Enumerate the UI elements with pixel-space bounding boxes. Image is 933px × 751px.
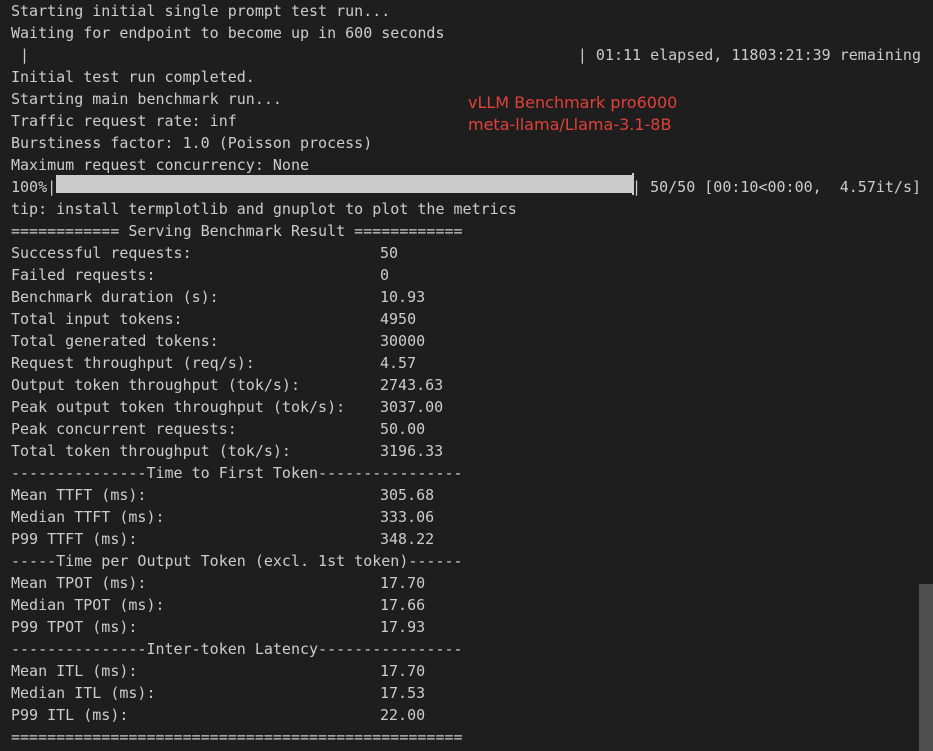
metric-label: Peak output token throughput (tok/s): — [11, 398, 346, 416]
overlay-title: vLLM Benchmark pro6000 — [468, 93, 678, 112]
metric-label: Median ITL (ms): — [11, 684, 156, 702]
metric-label: P99 ITL (ms): — [11, 706, 129, 724]
wait-progress-left: | — [11, 46, 30, 64]
metric-value: 4950 — [380, 310, 417, 328]
metric-value: 50 — [380, 244, 399, 262]
metric-label: Total input tokens: — [11, 310, 183, 328]
wait-progress-status: | 01:11 elapsed, 11803:21:39 remaining — [577, 46, 921, 64]
terminal-output: Starting initial single prompt test run.… — [0, 0, 933, 751]
metric-value: 50.00 — [380, 420, 426, 438]
result-footer: ========================================… — [11, 728, 463, 746]
metric-value: 10.93 — [380, 288, 426, 306]
metric-label: Median TTFT (ms): — [11, 508, 165, 526]
metric-label: Total token throughput (tok/s): — [11, 442, 291, 460]
metric-value: 348.22 — [380, 530, 435, 548]
ttft-section-header: ---------------Time to First Token------… — [11, 464, 463, 482]
metric-value: 22.00 — [380, 706, 426, 724]
metric-label: Successful requests: — [11, 244, 192, 262]
tpot-section-header: -----Time per Output Token (excl. 1st to… — [11, 552, 463, 570]
itl-section-header: ---------------Inter-token Latency------… — [11, 640, 463, 658]
metric-value: 0 — [380, 266, 390, 284]
metric-label: Peak concurrent requests: — [11, 420, 237, 438]
tip-line: tip: install termplotlib and gnuplot to … — [11, 200, 517, 218]
metric-label: Median TPOT (ms): — [11, 596, 165, 614]
metric-label: P99 TPOT (ms): — [11, 618, 138, 636]
metric-label: Mean ITL (ms): — [11, 662, 138, 680]
log-line-traffic-rate: Traffic request rate: inf — [11, 112, 237, 130]
log-line-waiting: Waiting for endpoint to become up in 600… — [11, 24, 445, 42]
log-line-start-initial: Starting initial single prompt test run.… — [11, 2, 391, 20]
metric-label: Mean TPOT (ms): — [11, 574, 147, 592]
metric-value: 17.93 — [380, 618, 426, 636]
progress-percent: 100%| — [11, 178, 57, 196]
metric-value: 4.57 — [380, 354, 417, 372]
metric-value: 2743.63 — [380, 376, 444, 394]
metric-label: Output token throughput (tok/s): — [11, 376, 300, 394]
progress-bar-fill — [56, 175, 632, 193]
metric-label: Request throughput (req/s): — [11, 354, 255, 372]
metric-label: Total generated tokens: — [11, 332, 219, 350]
log-line-start-main: Starting main benchmark run... — [11, 90, 282, 108]
result-header: ============ Serving Benchmark Result ==… — [11, 222, 463, 240]
metric-label: Mean TTFT (ms): — [11, 486, 147, 504]
overlay-model: meta-llama/Llama-3.1-8B — [468, 115, 672, 134]
metric-value: 17.70 — [380, 574, 426, 592]
metric-label: P99 TTFT (ms): — [11, 530, 138, 548]
metric-value: 17.66 — [380, 596, 426, 614]
metric-value: 3037.00 — [380, 398, 444, 416]
progress-status: | 50/50 [00:10<00:00, 4.57it/s] — [632, 178, 921, 196]
metric-label: Benchmark duration (s): — [11, 288, 219, 306]
metric-value: 3196.33 — [380, 442, 444, 460]
metric-value: 333.06 — [380, 508, 435, 526]
metric-value: 17.53 — [380, 684, 426, 702]
scrollbar-thumb[interactable] — [919, 584, 933, 751]
metric-label: Failed requests: — [11, 266, 156, 284]
log-line-burstiness: Burstiness factor: 1.0 (Poisson process) — [11, 134, 373, 152]
metric-value: 17.70 — [380, 662, 426, 680]
metric-value: 305.68 — [380, 486, 435, 504]
progress-bar — [54, 173, 634, 195]
log-line-initial-done: Initial test run completed. — [11, 68, 255, 86]
metric-value: 30000 — [380, 332, 426, 350]
